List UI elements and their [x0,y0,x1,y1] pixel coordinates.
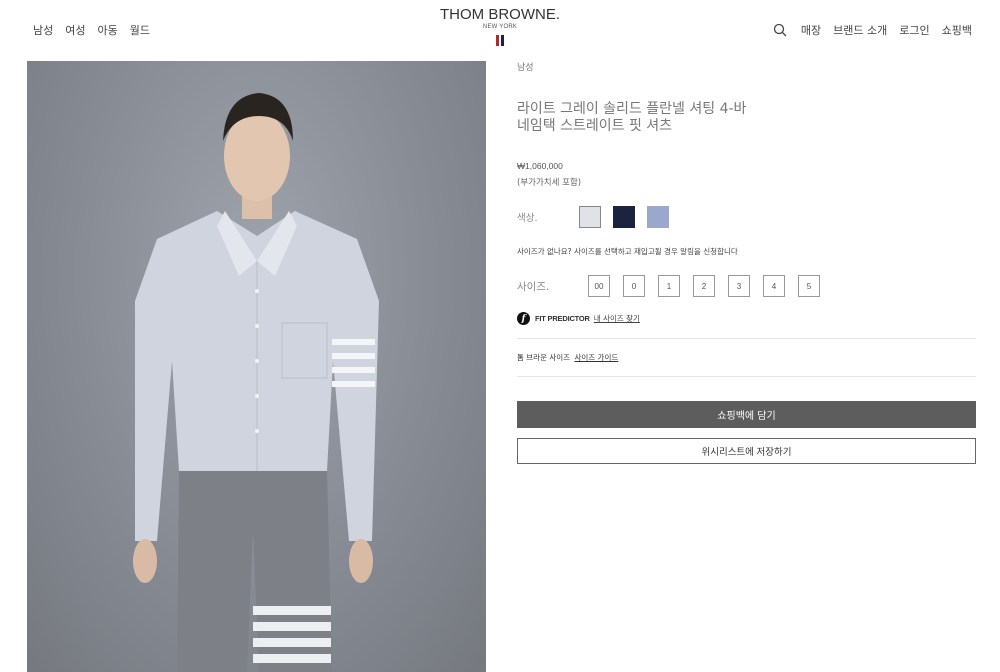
size-guide-prefix: 톰 브라운 사이즈 [517,353,571,362]
product-category[interactable]: 남성 [517,60,976,73]
product-detail-panel: 남성 라이트 그레이 솔리드 플란넬 셔팅 4-바 네임택 스트레이트 핏 셔츠… [517,60,976,464]
size-guide-row: 톰 브라운 사이즈 사이즈 가이드 [517,339,976,376]
fit-predictor-logo-icon: f [517,312,530,325]
size-guide-link[interactable]: 사이즈 가이드 [574,353,618,362]
color-label: 색상. [517,213,538,224]
product-image[interactable] [27,61,486,672]
tricolor-flag-icon [496,35,504,46]
add-to-wishlist-button[interactable]: 위시리스트에 저장하기 [517,438,976,464]
logo-brand-text: THOM BROWNE. [440,6,560,23]
model-wearing-shirt-illustration [133,93,379,672]
size-option-00[interactable]: 00 [588,275,610,297]
find-my-size-link[interactable]: 내 사이즈 찾기 [594,313,640,324]
utility-nav: 매장 브랜드 소개 로그인 쇼핑백 [773,22,972,38]
size-option-3[interactable]: 3 [728,275,750,297]
color-swatch-light-gray[interactable] [579,206,601,228]
nav-shopping-bag[interactable]: 쇼핑백 [942,22,972,38]
size-option-4[interactable]: 4 [763,275,785,297]
nav-brand-intro[interactable]: 브랜드 소개 [833,22,887,38]
divider [517,376,976,377]
add-to-bag-button[interactable]: 쇼핑백에 담기 [517,401,976,428]
nav-login[interactable]: 로그인 [899,22,929,38]
product-title: 라이트 그레이 솔리드 플란넬 셔팅 4-바 네임택 스트레이트 핏 셔츠 [517,101,747,134]
vat-note: (부가가치세 포함) [517,178,582,188]
size-option-1[interactable]: 1 [658,275,680,297]
size-option-0[interactable]: 0 [623,275,645,297]
color-swatch-navy[interactable] [613,206,635,228]
restock-notice: 사이즈가 없나요? 사이즈를 선택하고 재입고될 경우 알림을 신청합니다 [517,247,738,256]
size-option-2[interactable]: 2 [693,275,715,297]
fit-predictor: f FIT PREDICTOR 내 사이즈 찾기 [517,312,976,325]
product-price: ₩1,060,000 [517,161,563,171]
search-icon[interactable] [773,23,787,37]
size-label: 사이즈. [517,280,550,293]
fit-predictor-label: FIT PREDICTOR [535,314,590,323]
nav-stores[interactable]: 매장 [801,22,821,38]
color-swatch-light-blue[interactable] [647,206,669,228]
size-selector: 사이즈. 00 0 1 2 3 4 5 [517,274,976,298]
size-option-5[interactable]: 5 [798,275,820,297]
color-selector: 색상. [517,205,976,229]
